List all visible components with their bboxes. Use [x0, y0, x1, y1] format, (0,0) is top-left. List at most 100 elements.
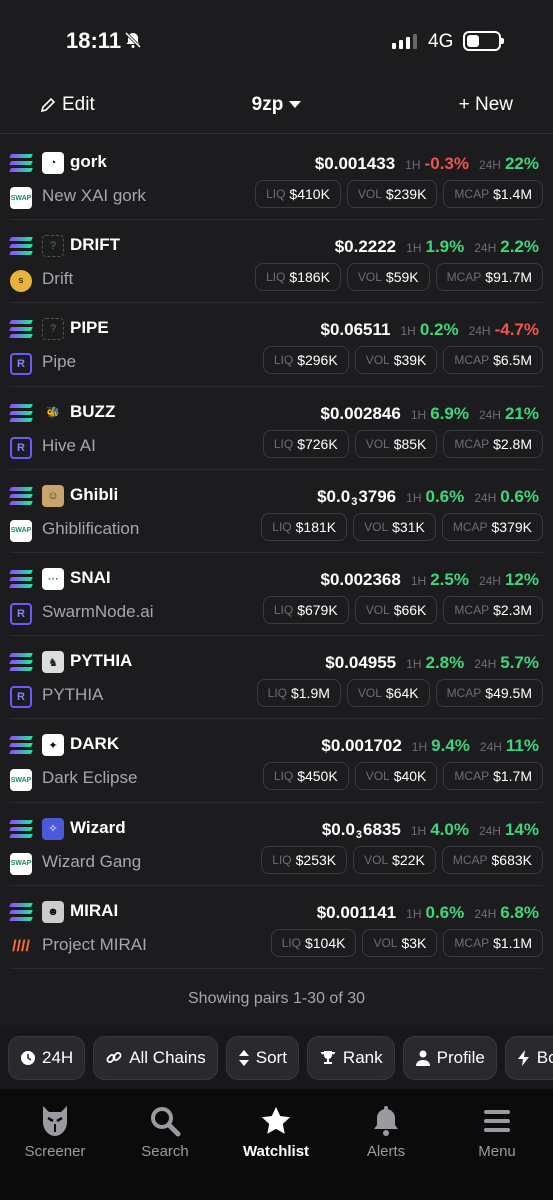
solana-chain-icon	[9, 320, 33, 339]
pair-row[interactable]: ? PIPE R Pipe $0.06511 1H 0.2% 24H -4.7%…	[9, 303, 543, 387]
pair-row[interactable]: ⋯ SNAI R SwarmNode.ai $0.002368 1H 2.5% …	[9, 553, 543, 637]
label-1h: 1H	[410, 573, 427, 588]
pair-stats: LIQ $296K VOL $39K MCAP $6.5M	[262, 346, 543, 375]
mcap-stat: MCAP $1.1M	[443, 928, 543, 957]
change-24h: 21%	[504, 403, 539, 423]
pair-row[interactable]: ♞ PYTHIA R PYTHIA $0.04955 1H 2.8% 24H 5…	[9, 636, 543, 720]
liquidity-stat: LIQ $1.9M	[256, 679, 341, 708]
token-name: Ghiblification	[42, 518, 140, 538]
pair-stats: LIQ $410K VOL $239K MCAP $1.4M	[255, 180, 543, 208]
tab-label: Alerts	[366, 1143, 406, 1160]
label-24h: 24H	[474, 241, 497, 256]
tab-search[interactable]: Search	[110, 1103, 220, 1160]
change-24h: 5.7%	[500, 653, 539, 673]
label-1h: 1H	[406, 490, 422, 505]
price: $0.001433	[314, 154, 396, 173]
token-name: Hive AI	[42, 435, 96, 455]
label-24h: 24H	[474, 657, 497, 672]
token-name: Project MIRAI	[42, 934, 147, 954]
pair-row[interactable]: ✦ DARK SWAP Dark Eclipse $0.001702 1H 9.…	[9, 719, 543, 803]
pair-stats: LIQ $186K VOL $59K MCAP $91.7M	[255, 263, 543, 292]
pair-list: ◔ gork SWAP New XAI gork $0.001433 1H -0…	[0, 137, 553, 969]
change-1h: 1.9%	[425, 237, 465, 257]
pair-stats: LIQ $450K VOL $40K MCAP $1.7M	[262, 762, 543, 791]
token-logo-icon: ?	[42, 318, 64, 341]
change-24h: 2.2%	[500, 237, 539, 257]
price-block: $0.001702 1H 9.4% 24H 11%	[321, 736, 539, 756]
token-logo-icon: ☻	[42, 900, 64, 923]
label-1h: 1H	[406, 657, 422, 672]
pair-row[interactable]: 🐝 BUZZ R Hive AI $0.002846 1H 6.9% 24H 2…	[9, 387, 543, 470]
dex-raydium-icon: R	[10, 353, 32, 376]
change-1h: 2.8%	[425, 653, 465, 673]
dex-mirai-icon: ////	[12, 937, 30, 955]
token-symbol: DRIFT	[70, 235, 121, 255]
volume-stat: VOL $239K	[346, 180, 438, 208]
price-block: $0.06511 1H 0.2% 24H -4.7%	[321, 320, 540, 340]
pair-row[interactable]: ◔ gork SWAP New XAI gork $0.001433 1H -0…	[9, 137, 543, 221]
price: $0.033796	[317, 486, 397, 508]
tab-watchlist[interactable]: Watchlist	[221, 1103, 331, 1160]
token-name: PYTHIA	[42, 685, 104, 705]
liquidity-stat: LIQ $181K	[261, 512, 348, 541]
price: $0.001702	[321, 736, 402, 756]
label-24h: 24H	[478, 407, 501, 422]
token-logo-icon: ?	[42, 235, 64, 258]
volume-stat: VOL $66K	[354, 595, 438, 624]
solana-chain-icon	[9, 403, 33, 422]
token-name: SwarmNode.ai	[42, 601, 154, 621]
dex-swap-icon: SWAP	[10, 519, 32, 542]
filter-chip-profile[interactable]: Profile	[402, 1036, 497, 1080]
token-symbol: DARK	[70, 734, 120, 754]
filter-chip-label: All Chains	[129, 1048, 206, 1067]
solana-chain-icon	[9, 237, 33, 256]
filter-chip-bolt[interactable]: Boos	[504, 1036, 553, 1080]
tab-label: Menu	[478, 1143, 516, 1160]
token-symbol: PIPE	[70, 318, 109, 338]
new-watchlist-button[interactable]: + New	[459, 94, 513, 116]
tab-screener[interactable]: Screener	[0, 1103, 110, 1160]
volume-stat: VOL $22K	[353, 845, 436, 874]
pair-stats: LIQ $726K VOL $85K MCAP $2.8M	[262, 429, 543, 458]
filter-chip-trophy[interactable]: Rank	[306, 1036, 395, 1080]
battery-icon	[463, 31, 504, 51]
change-1h: 0.2%	[419, 320, 459, 340]
filter-chip-clock[interactable]: 24H	[8, 1036, 86, 1080]
pair-row[interactable]: ☺ Ghibli SWAP Ghiblification $0.033796 1…	[9, 470, 543, 553]
showing-count: Showing pairs 1-30 of 30	[188, 990, 365, 1007]
label-1h: 1H	[406, 906, 422, 921]
star-icon	[221, 1103, 331, 1139]
liquidity-stat: LIQ $253K	[261, 845, 348, 874]
pair-stats: LIQ $181K VOL $31K MCAP $379K	[261, 512, 543, 541]
price-block: $0.2222 1H 1.9% 24H 2.2%	[335, 237, 539, 257]
label-24h: 24H	[478, 158, 501, 172]
pair-row[interactable]: ? DRIFT S Drift $0.2222 1H 1.9% 24H 2.2%…	[9, 220, 543, 304]
token-symbol: SNAI	[70, 567, 111, 587]
change-24h: 12%	[504, 569, 539, 589]
filter-chip-link[interactable]: All Chains	[93, 1036, 218, 1080]
owl-icon	[0, 1103, 110, 1139]
pair-row[interactable]: ✧ Wizard SWAP Wizard Gang $0.036835 1H 4…	[9, 803, 543, 886]
tab-menu[interactable]: Menu	[442, 1103, 552, 1160]
tab-alerts[interactable]: Alerts	[331, 1103, 441, 1160]
label-24h: 24H	[468, 324, 491, 339]
token-symbol: PYTHIA	[70, 651, 133, 671]
filter-chip-sort[interactable]: Sort	[225, 1036, 299, 1080]
pair-stats: LIQ $679K VOL $66K MCAP $2.3M	[262, 595, 543, 624]
volume-stat: VOL $59K	[346, 263, 430, 292]
mcap-stat: MCAP $2.3M	[443, 595, 543, 624]
tab-bar: Screener Search Watchlist Alerts Menu	[0, 1089, 553, 1200]
token-logo-icon: ☺	[42, 484, 64, 507]
watchlist-title: 9zp	[251, 94, 284, 115]
token-symbol: Wizard	[70, 817, 126, 837]
mcap-stat: MCAP $6.5M	[443, 346, 543, 375]
token-logo-icon: ✧	[42, 817, 64, 840]
solana-chain-icon	[9, 486, 33, 505]
price-block: $0.04955 1H 2.8% 24H 5.7%	[325, 653, 539, 673]
price: $0.002368	[320, 569, 401, 589]
header-divider	[0, 133, 553, 134]
status-bar: 18:11 4G	[0, 0, 553, 80]
change-1h: -0.3%	[424, 154, 469, 173]
pair-row[interactable]: ☻ MIRAI //// Project MIRAI $0.001141 1H …	[9, 886, 543, 969]
change-1h: 9.4%	[431, 736, 470, 756]
